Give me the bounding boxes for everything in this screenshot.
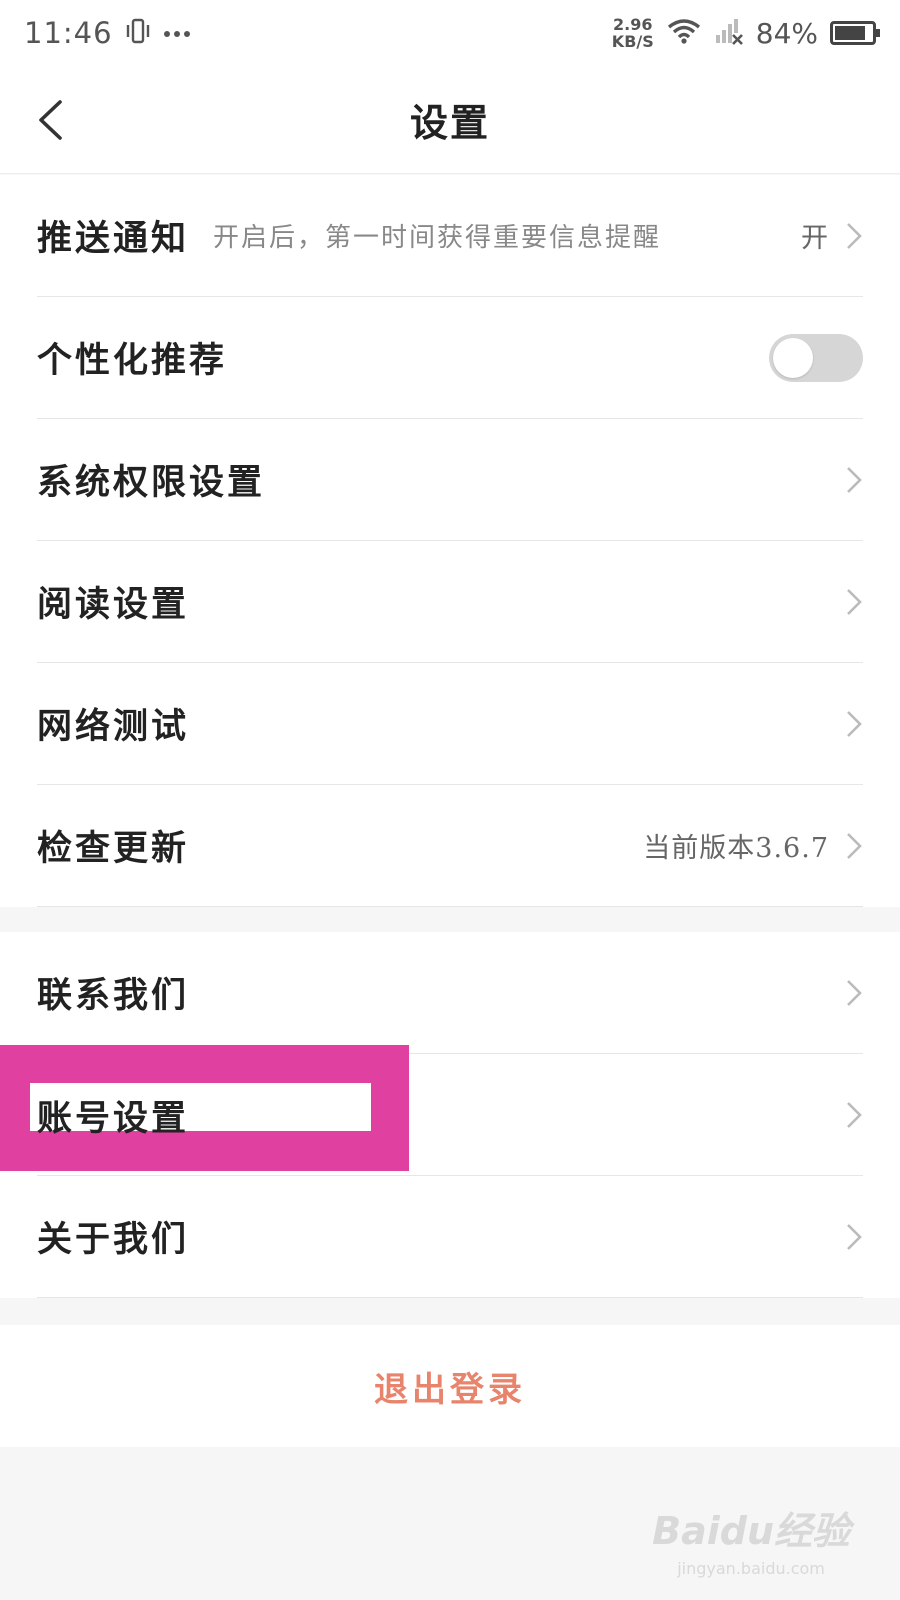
net-speed: 2.96 KB/S	[612, 16, 654, 50]
logout-label: 退出登录	[374, 1369, 526, 1410]
setting-label: 网络测试	[37, 706, 190, 747]
setting-label: 阅读设置	[37, 584, 190, 625]
more-dots-icon	[163, 24, 191, 43]
setting-label: 个性化推荐	[37, 340, 228, 381]
setting-row-reading[interactable]: 阅读设置	[37, 541, 863, 663]
setting-row-push-notification[interactable]: 推送通知 开启后，第一时间获得重要信息提醒 开	[37, 175, 863, 297]
personalized-toggle[interactable]	[769, 333, 863, 382]
setting-right: 当前版本3.6.7	[643, 826, 863, 865]
status-time: 11:46	[24, 16, 113, 50]
signal-off-icon	[714, 17, 744, 49]
baidu-watermark: Baidu经验 jingyan.baidu.com	[652, 1500, 850, 1578]
setting-label: 联系我们	[37, 975, 190, 1016]
setting-label: 检查更新	[37, 828, 190, 869]
net-speed-unit: KB/S	[611, 32, 654, 51]
page-title: 设置	[409, 100, 490, 145]
setting-row-about-us[interactable]: 关于我们	[37, 1176, 863, 1298]
setting-row-contact-us[interactable]: 联系我们	[37, 932, 863, 1054]
chevron-right-icon	[847, 588, 862, 615]
setting-label: 账号设置	[37, 1097, 190, 1139]
watermark-url: jingyan.baidu.com	[677, 1559, 825, 1578]
wifi-icon	[666, 17, 702, 49]
account-settings-label-overlay: 账号设置	[37, 1054, 189, 1176]
setting-right	[845, 709, 863, 739]
chevron-right-icon	[847, 1101, 862, 1128]
watermark-logo: Baidu经验	[652, 1509, 850, 1553]
setting-right	[845, 1100, 863, 1130]
setting-row-system-permissions[interactable]: 系统权限设置	[37, 419, 863, 541]
setting-row-personalized-recommendation: 个性化推荐	[37, 297, 863, 419]
setting-right	[845, 587, 863, 617]
back-arrow-icon	[39, 100, 62, 140]
chevron-right-icon	[847, 710, 862, 737]
logout-button[interactable]: 退出登录	[0, 1325, 900, 1447]
settings-group-main: 推送通知 开启后，第一时间获得重要信息提醒 开 个性化推荐 系统权限设置 阅读设…	[0, 175, 900, 907]
status-bar: 11:46 2.96 KB/S 84%	[0, 0, 900, 66]
setting-row-network-test[interactable]: 网络测试	[37, 663, 863, 785]
toggle-knob	[773, 337, 813, 378]
vibrate-icon	[125, 17, 151, 49]
battery-percent: 84%	[755, 16, 818, 50]
chevron-right-icon	[847, 979, 862, 1006]
chevron-right-icon	[847, 222, 862, 249]
setting-right	[845, 1222, 863, 1252]
chevron-right-icon	[847, 1223, 862, 1250]
setting-right	[769, 333, 863, 382]
setting-right	[845, 465, 863, 495]
battery-icon	[830, 21, 880, 45]
version-value: 当前版本3.6.7	[643, 833, 829, 864]
back-button[interactable]	[36, 90, 86, 150]
setting-row-check-update[interactable]: 检查更新 当前版本3.6.7	[37, 785, 863, 907]
status-bar-left: 11:46	[24, 16, 191, 50]
chevron-right-icon	[847, 466, 862, 493]
setting-description: 开启后，第一时间获得重要信息提醒	[213, 223, 662, 253]
setting-label: 关于我们	[37, 1219, 190, 1260]
nav-header: 设置	[0, 66, 900, 174]
setting-right	[845, 978, 863, 1008]
status-bar-right: 2.96 KB/S 84%	[612, 16, 880, 50]
setting-value: 开	[801, 223, 829, 254]
net-speed-value: 2.96	[613, 15, 653, 34]
chevron-right-icon	[847, 832, 862, 859]
setting-right: 开	[801, 216, 863, 255]
setting-label: 推送通知	[37, 218, 190, 259]
setting-label: 系统权限设置	[37, 462, 266, 503]
